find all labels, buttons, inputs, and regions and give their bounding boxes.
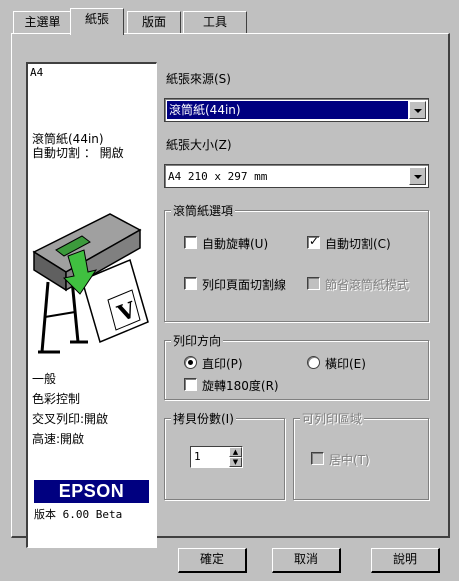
- ok-button[interactable]: 確定: [178, 548, 247, 573]
- tab-paper[interactable]: 紙張: [70, 8, 124, 35]
- preview-high-speed: 高速:開啟: [32, 432, 85, 446]
- cancel-button[interactable]: 取消: [272, 548, 341, 573]
- portrait-label[interactable]: 直印(P): [202, 355, 243, 372]
- save-roll-checkbox[interactable]: [307, 277, 320, 290]
- preview-paper-size: A4: [30, 66, 44, 79]
- page-line-label[interactable]: 列印頁面切割線: [202, 276, 304, 293]
- tab-layout[interactable]: 版面: [127, 11, 181, 33]
- version-label: 版本 6.00 Beta: [34, 508, 123, 521]
- orientation-title: 列印方向: [171, 332, 224, 349]
- auto-rotate-checkbox[interactable]: [184, 236, 197, 249]
- tab-main[interactable]: 主選單: [13, 11, 72, 33]
- roll-options-group: 滾筒紙選項: [164, 202, 429, 322]
- chevron-down-icon[interactable]: [409, 101, 426, 119]
- spin-up-icon[interactable]: ▲: [229, 447, 242, 457]
- copies-title: 拷貝份數(I): [171, 410, 236, 427]
- preview-color-control: 色彩控制: [32, 392, 81, 406]
- rotate180-label[interactable]: 旋轉180度(R): [202, 377, 279, 394]
- copies-value: 1: [194, 450, 201, 463]
- paper-source-value: 滾筒紙(44in): [167, 101, 408, 119]
- paper-size-select[interactable]: A4 210 x 297 mm: [164, 164, 429, 188]
- preview-panel: A4 滾筒紙(44in) 自動切割 ： 開啟 V 一般 色彩控制 交叉列印:開啟: [26, 62, 157, 548]
- epson-logo: EPSON: [34, 480, 149, 503]
- help-button[interactable]: 說明: [371, 548, 440, 573]
- plotter-illustration: V: [32, 213, 149, 354]
- printable-area-title: 可列印區域: [300, 410, 365, 427]
- paper-source-select[interactable]: 滾筒紙(44in): [164, 98, 429, 122]
- portrait-radio[interactable]: [184, 356, 197, 369]
- paper-source-label: 紙張來源(S): [166, 72, 231, 86]
- save-roll-label: 節省滾筒紙模式: [325, 278, 410, 292]
- printer-properties-dialog: 主選單 紙張 版面 工具 A4 滾筒紙(44in) 自動切割 ： 開啟 V 一般…: [0, 0, 459, 581]
- landscape-radio[interactable]: [307, 356, 320, 369]
- tab-utility[interactable]: 工具: [183, 11, 247, 33]
- rotate180-checkbox[interactable]: [184, 378, 197, 391]
- auto-rotate-label[interactable]: 自動旋轉(U): [202, 235, 268, 252]
- paper-size-value: A4 210 x 297 mm: [168, 170, 268, 183]
- chevron-down-icon[interactable]: [409, 167, 426, 185]
- page-line-checkbox[interactable]: [184, 277, 197, 290]
- landscape-label[interactable]: 橫印(E): [325, 355, 366, 372]
- preview-collate: 交叉列印:開啟: [32, 412, 109, 426]
- roll-options-title: 滾筒紙選項: [171, 202, 236, 219]
- center-checkbox[interactable]: [311, 452, 324, 465]
- spin-down-icon[interactable]: ▼: [229, 457, 242, 467]
- copies-stepper[interactable]: 1 ▲ ▼: [190, 446, 243, 468]
- paper-size-label: 紙張大小(Z): [166, 138, 232, 152]
- preview-print-mode: 一般: [32, 372, 57, 386]
- preview-autocut-info: 自動切割 ： 開啟: [32, 146, 124, 160]
- auto-cut-label[interactable]: 自動切割(C): [325, 235, 391, 252]
- auto-cut-checkbox[interactable]: [307, 234, 320, 249]
- center-label: 居中(T): [329, 453, 370, 467]
